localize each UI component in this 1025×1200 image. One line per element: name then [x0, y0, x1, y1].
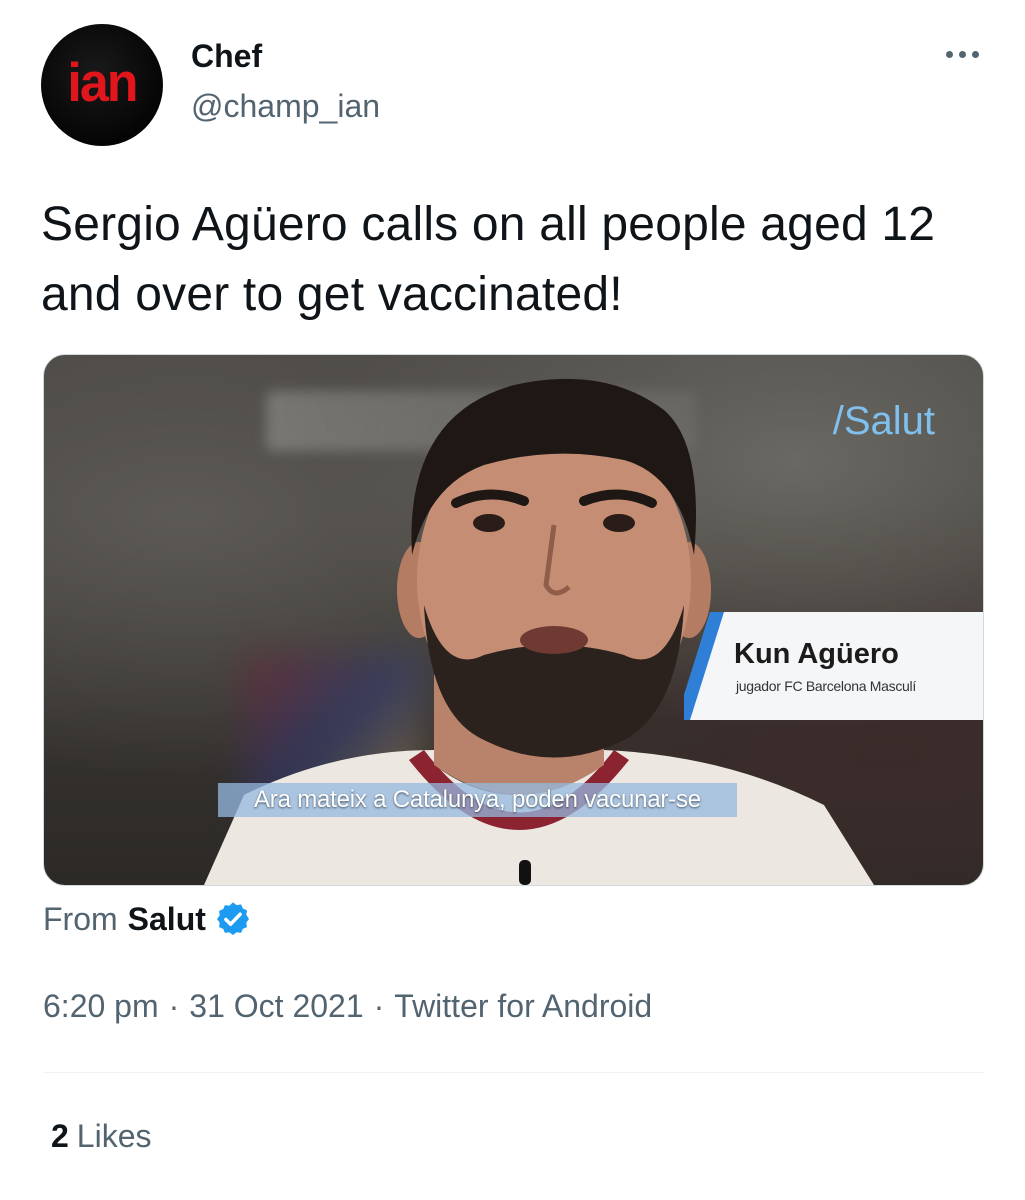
video-media[interactable]: /Salut Kun Agüero jugador FC Barcelona M…: [43, 354, 984, 886]
avatar-logo-text: ian: [67, 52, 138, 114]
channel-tag: /Salut: [832, 399, 935, 443]
tweet-time[interactable]: 6:20 pm: [43, 988, 159, 1025]
lower-third-name: Kun Agüero: [734, 638, 899, 670]
tweet-meta: 6:20 pm · 31 Oct 2021 · Twitter for Andr…: [43, 988, 652, 1025]
meta-separator: ·: [373, 988, 385, 1024]
video-subtitle: Ara mateix a Catalunya, poden vacunar-se: [218, 783, 737, 817]
tweet-card: ian Chef @champ_ian Sergio Agüero calls …: [0, 0, 1025, 1200]
verified-badge-icon: [216, 902, 249, 935]
more-options-button[interactable]: [934, 34, 990, 74]
tweet-client[interactable]: Twitter for Android: [394, 988, 652, 1025]
source-account-link[interactable]: Salut: [128, 901, 206, 938]
likes-label: Likes: [76, 1118, 152, 1154]
divider: [43, 1072, 985, 1073]
likes-count: 2: [51, 1118, 69, 1154]
tweet-date[interactable]: 31 Oct 2021: [189, 988, 363, 1025]
meta-separator: ·: [168, 988, 180, 1024]
subtitle-text: Ara mateix a Catalunya, poden vacunar-se: [254, 786, 701, 813]
lower-third: Kun Agüero jugador FC Barcelona Masculí: [684, 612, 983, 720]
likes-link[interactable]: 2 Likes: [51, 1118, 152, 1155]
lower-third-role: jugador FC Barcelona Masculí: [736, 678, 916, 694]
more-horizontal-icon: [945, 50, 953, 58]
more-horizontal-icon-dot: [971, 50, 979, 58]
author-handle[interactable]: @champ_ian: [191, 88, 380, 125]
more-horizontal-icon-dot: [958, 50, 966, 58]
avatar[interactable]: ian: [41, 24, 163, 146]
tweet-text: Sergio Agüero calls on all people aged 1…: [41, 198, 936, 321]
media-source: From Salut: [43, 900, 252, 938]
author-display-name[interactable]: Chef: [191, 38, 262, 75]
source-prefix: From: [43, 900, 118, 937]
